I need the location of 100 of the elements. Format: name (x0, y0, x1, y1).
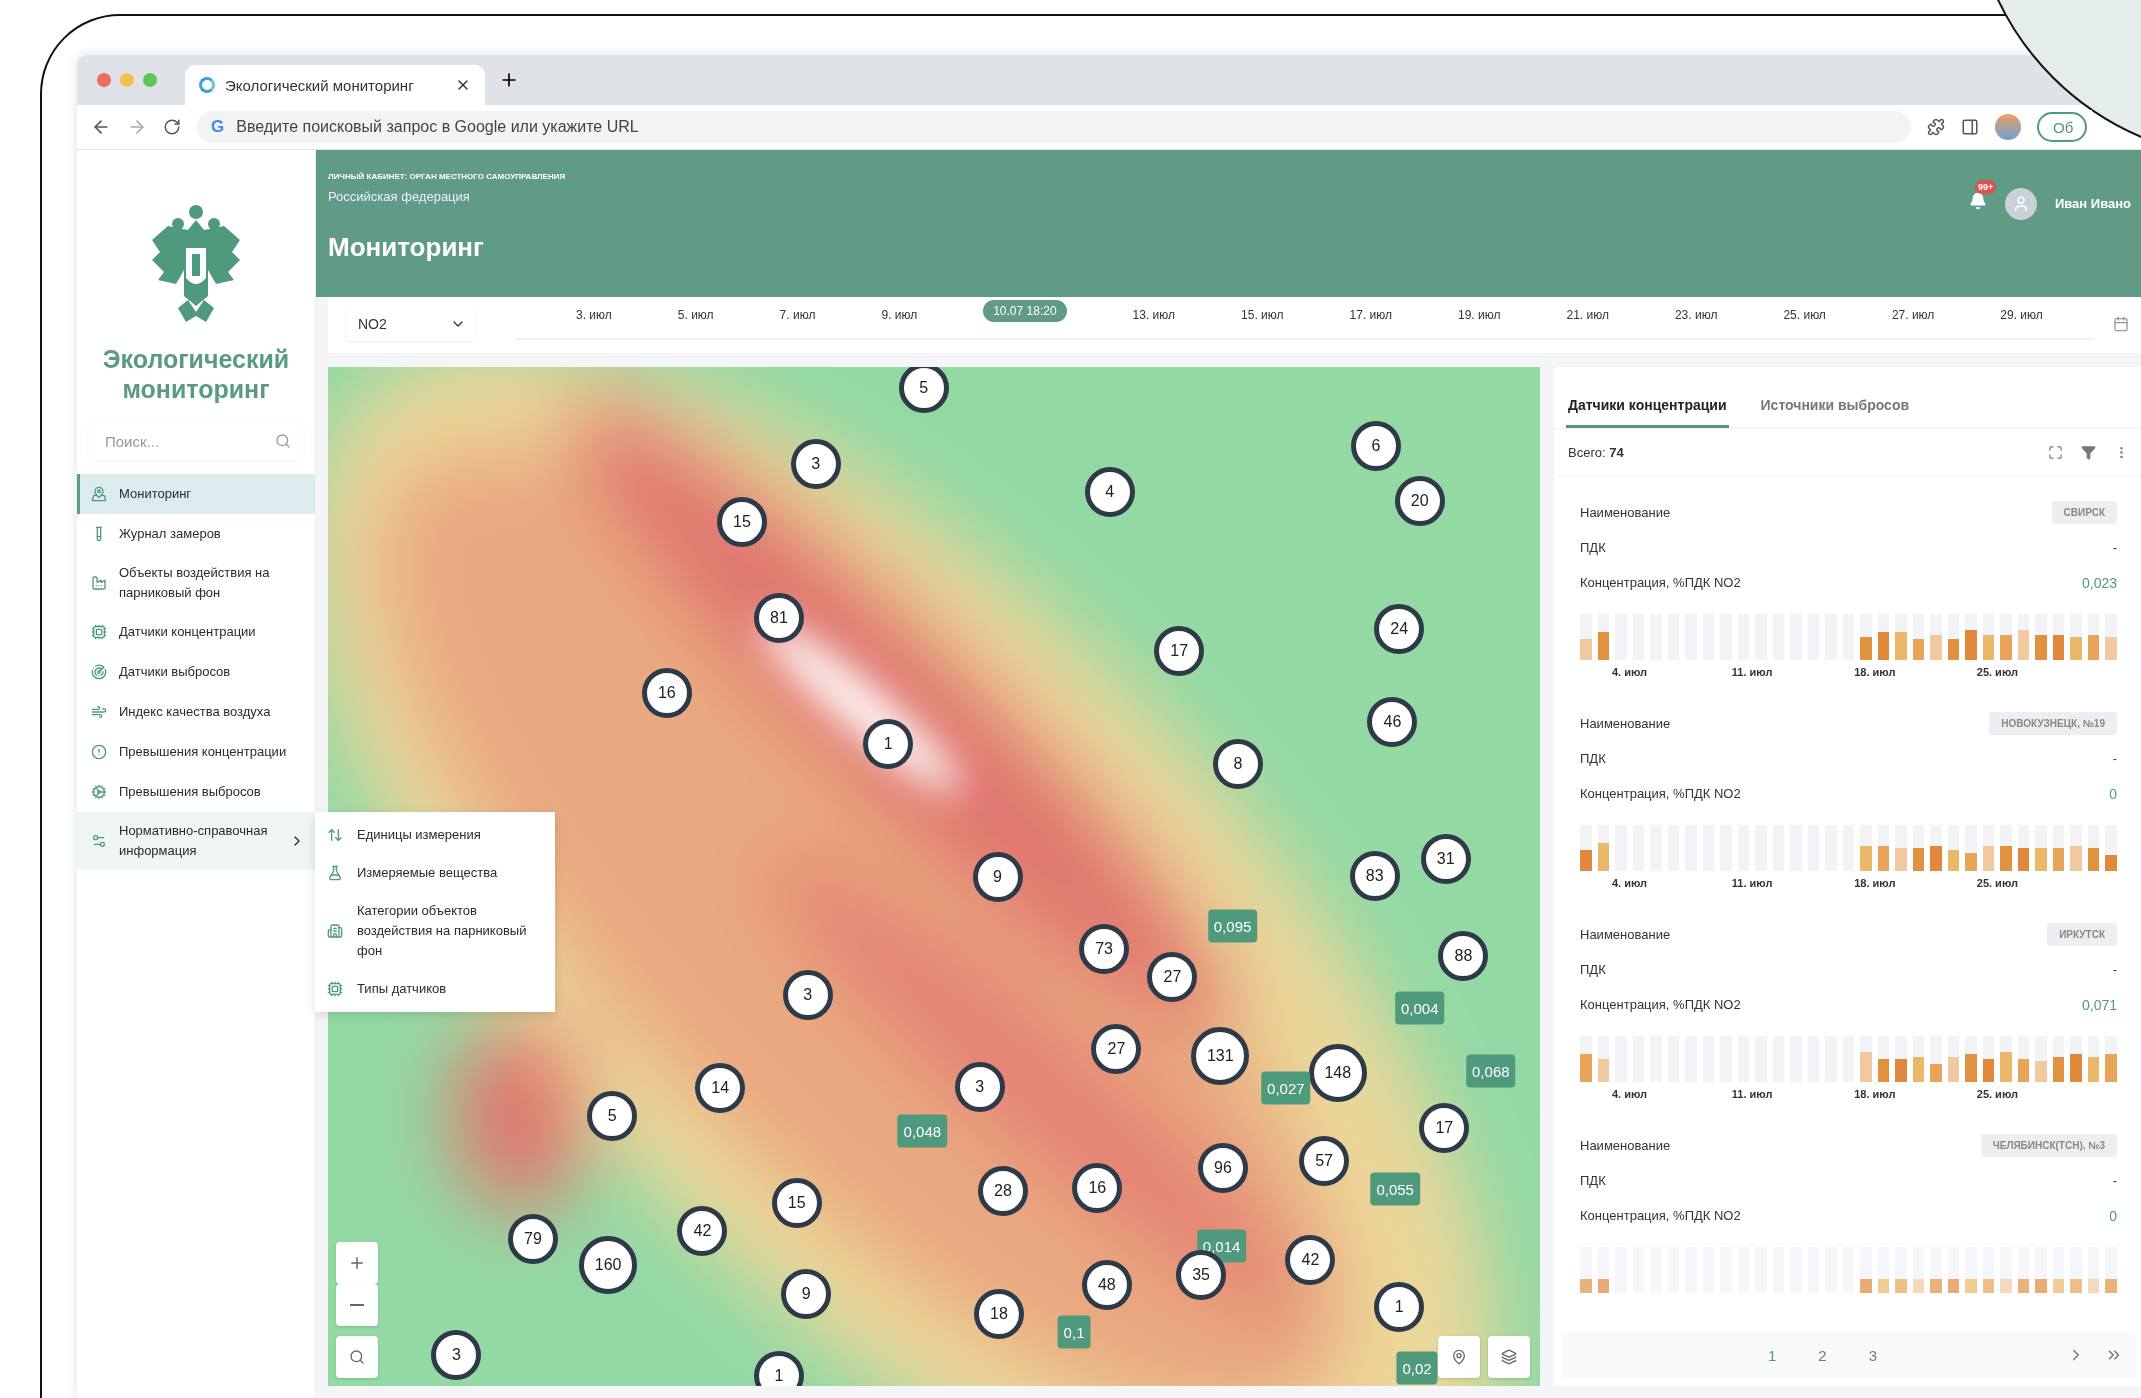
field-label: ПДК (1580, 1173, 1606, 1188)
close-window-button[interactable] (97, 73, 111, 87)
bar (1982, 1059, 1995, 1082)
bar (2017, 848, 2030, 871)
timeline-date[interactable]: 3. июл (576, 308, 612, 330)
bar (2070, 637, 2082, 660)
nav-item[interactable]: Превышения концентрации (77, 732, 315, 772)
field-label: Концентрация, %ПДК NO2 (1580, 1208, 1741, 1223)
nav-icon (91, 744, 107, 760)
timeline-date[interactable]: 19. июл (1458, 308, 1501, 330)
expand-icon[interactable] (2048, 444, 2063, 460)
region-label: Российская федерация (328, 189, 471, 204)
concentration-value: 0,071 (2081, 996, 2117, 1013)
bar (2000, 845, 2012, 871)
favicon-icon (199, 77, 215, 93)
bar (1912, 639, 1925, 660)
profile-avatar[interactable] (1995, 114, 2021, 140)
nav-item[interactable]: Индекс качества воздуха (77, 692, 315, 732)
timeline-date[interactable]: 29. июл (2000, 308, 2043, 330)
browser-tab[interactable]: Экологический мониторинг (185, 65, 485, 105)
bar (1580, 1054, 1592, 1082)
timeline-date[interactable]: 13. июл (1132, 308, 1176, 330)
bar (1982, 845, 1995, 871)
nav-icon (91, 486, 107, 502)
bar (1877, 845, 1890, 871)
nav-item[interactable]: Журнал замеров (77, 514, 315, 554)
address-field[interactable]: G Введите поисковый запрос в Google или укажите URL (197, 111, 1911, 143)
limit-value: - (2112, 1173, 2117, 1188)
bar (1947, 1279, 1960, 1293)
bar (2052, 848, 2065, 871)
bar (2035, 1279, 2047, 1293)
field-label: Концентрация, %ПДК NO2 (1580, 997, 1741, 1012)
timeline-date[interactable]: 9. июл (881, 308, 918, 330)
layers-icon (1501, 1349, 1517, 1365)
reload-icon[interactable] (163, 118, 181, 136)
bar (1895, 848, 1907, 871)
panel-tab[interactable]: Датчики концентрации (1566, 397, 1729, 428)
nav-item[interactable]: Мониторинг (77, 474, 315, 514)
timeline-date[interactable]: 17. июл (1349, 308, 1392, 330)
bar (2000, 1279, 2012, 1293)
submenu-icon (327, 981, 343, 997)
search-engine-logo: G (211, 117, 225, 137)
bar (2087, 634, 2100, 660)
bar (2017, 630, 2030, 660)
timeline-date[interactable]: 27. июл (1891, 308, 1935, 330)
bar (2035, 848, 2047, 871)
bar (2070, 845, 2082, 871)
nav-icon (91, 575, 107, 591)
limit-value: - (2112, 962, 2117, 977)
bar (2017, 1279, 2030, 1293)
zoom-in-button[interactable] (336, 1242, 378, 1284)
minus-icon (350, 1304, 364, 1306)
search-button[interactable] (336, 1336, 378, 1378)
bar (1860, 1279, 1872, 1293)
bar (2070, 1054, 2082, 1082)
field-label: ПДК (1580, 962, 1606, 977)
station-name-tag: СВИРСК (2051, 501, 2117, 524)
bar (1597, 843, 1610, 871)
nav-icon (91, 784, 107, 800)
nav-item[interactable]: Нормативно-справочная информация (77, 812, 315, 870)
filter-icon[interactable] (2081, 444, 2096, 460)
bar (1947, 639, 1960, 660)
layers-button[interactable] (1488, 1336, 1530, 1378)
nav-item[interactable]: Превышения выбросов (77, 772, 315, 812)
side-panel-icon[interactable] (1961, 118, 1979, 136)
page-button[interactable]: 3 (1862, 1345, 1884, 1365)
axis-label: 25. июл (1975, 877, 2019, 889)
timeline-date[interactable]: 15. июл (1241, 308, 1284, 330)
bar (1965, 1279, 1977, 1293)
nav-item[interactable]: Датчики выбросов (77, 652, 315, 692)
bar (2105, 854, 2117, 871)
nav-item[interactable]: Объекты воздействия на парниковый фон (77, 554, 315, 612)
page-title: Мониторинг (328, 232, 485, 263)
panel-tab[interactable]: Источники выбросов (1758, 397, 1912, 428)
timeline-date[interactable]: 25. июл (1783, 308, 1826, 330)
field-label: Концентрация, %ПДК NO2 (1580, 786, 1741, 801)
limit-value: - (2112, 540, 2117, 555)
page-button[interactable]: 2 (1812, 1345, 1833, 1365)
bar (1982, 634, 1995, 660)
axis-label: 11. июл (1730, 666, 1774, 678)
bell-icon[interactable] (1968, 192, 1987, 210)
bar (1947, 850, 1960, 871)
bar (1877, 1279, 1890, 1293)
puzzle-icon[interactable] (1927, 118, 1945, 136)
calendar-icon[interactable] (2113, 316, 2129, 332)
timeline-date[interactable]: 23. июл (1674, 308, 1718, 330)
concentration-value: 0,023 (2081, 574, 2117, 591)
nav-icon (91, 664, 107, 680)
bar (1930, 1279, 1942, 1293)
field-label: Концентрация, %ПДК NO2 (1580, 575, 1741, 590)
station-name-tag: ЧЕЛЯБИНСК(ТСН), №3 (1980, 1134, 2117, 1157)
nav-item[interactable]: Датчики концентрации (77, 612, 315, 652)
pin-button[interactable] (1438, 1336, 1480, 1378)
bar (2087, 848, 2100, 871)
timeline-date[interactable]: 21. июл (1566, 308, 1609, 330)
timeline-date[interactable]: 7. июл (779, 308, 816, 330)
bar (1965, 1054, 1977, 1082)
user-avatar[interactable] (2004, 188, 2037, 220)
timeline-date[interactable]: 5. июл (677, 308, 714, 330)
substance-select[interactable]: NO2 (346, 307, 476, 341)
